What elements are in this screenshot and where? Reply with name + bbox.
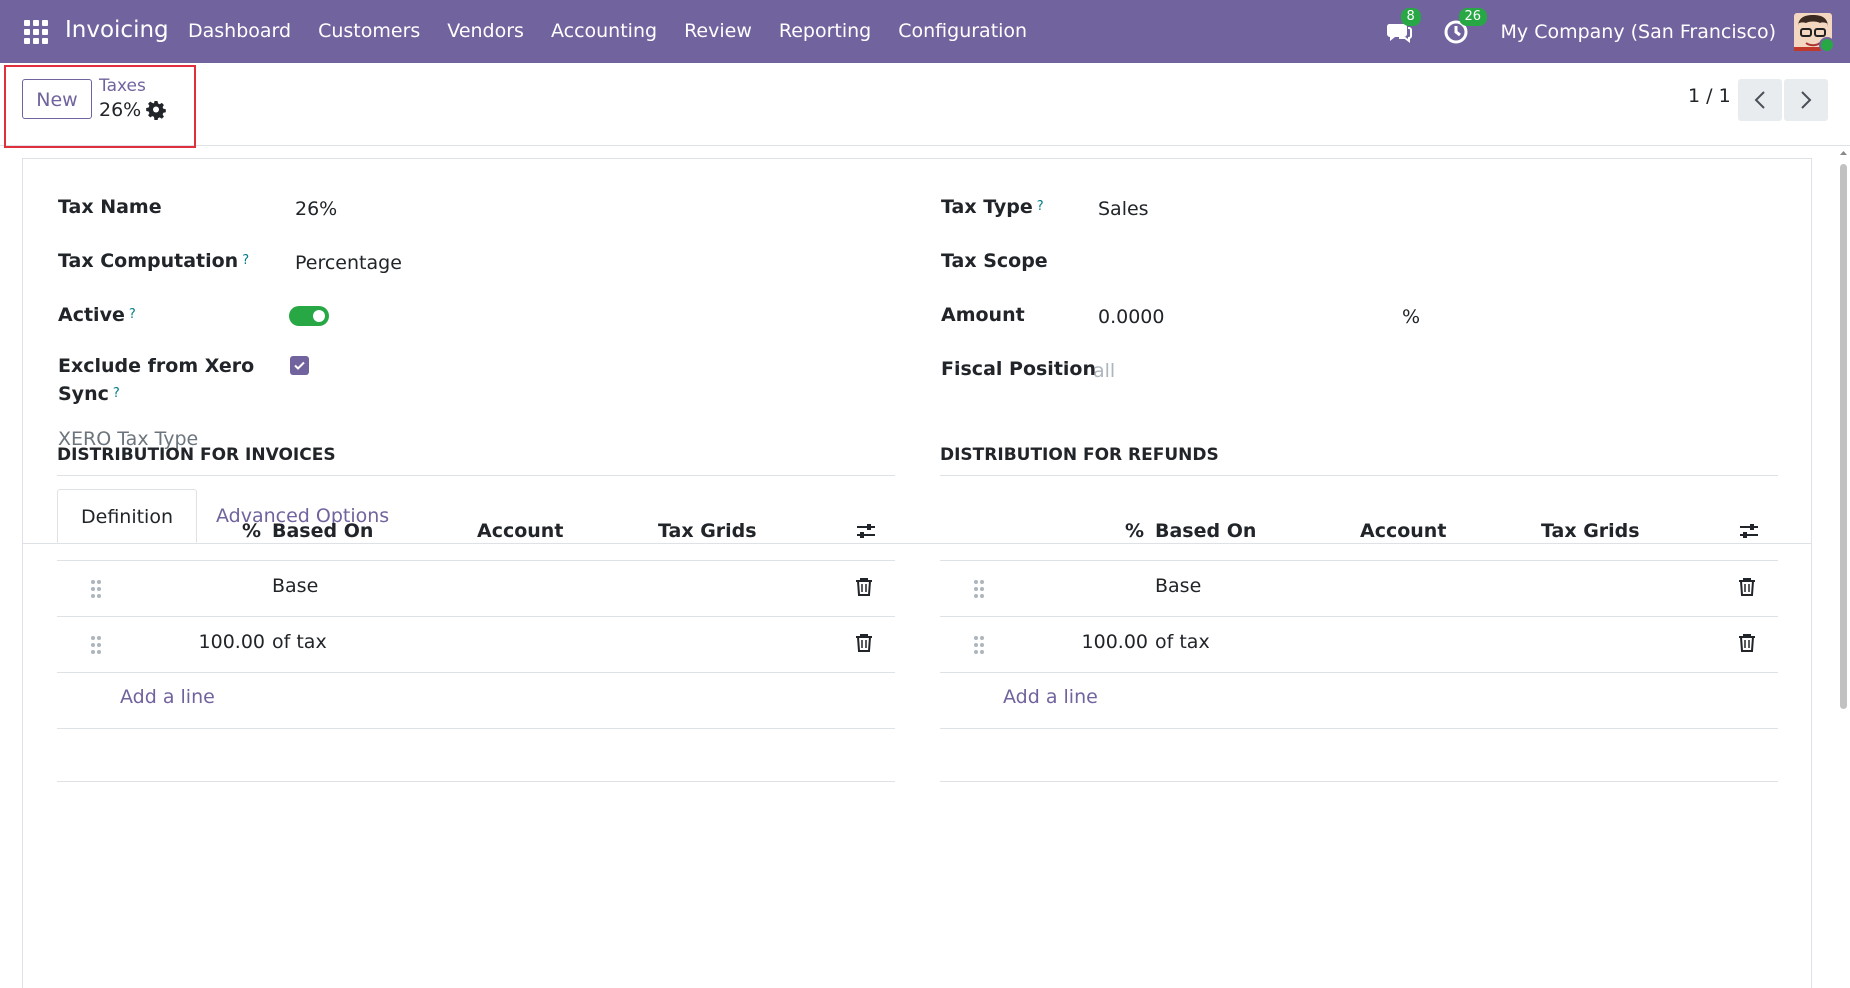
amount-label: Amount [941,304,1025,326]
drag-handle-icon[interactable] [973,579,985,599]
tax-computation-label-text: Tax Computation [58,250,239,272]
check-icon [294,361,305,370]
fiscal-position-input[interactable]: all [1093,357,1115,385]
row-percent[interactable]: 100.00 [1082,631,1148,653]
menu-vendors[interactable]: Vendors [447,20,524,42]
distribution-refunds-title: DISTRIBUTION FOR REFUNDS [940,441,1778,476]
activities-icon[interactable]: 26 [1443,7,1488,46]
pager-value[interactable]: 1 / 1 [1688,85,1731,107]
help-icon[interactable]: ? [1037,199,1044,214]
active-toggle[interactable] [289,306,329,326]
fiscal-position-label: Fiscal Position [941,358,1096,380]
gear-icon[interactable] [146,100,166,120]
tax-name-label: Tax Name [58,193,162,221]
app-name[interactable]: Invoicing [65,17,169,43]
new-button[interactable]: New [22,79,92,119]
row-based-on[interactable]: Base [1155,575,1201,597]
tax-computation-select[interactable]: Percentage [295,249,402,277]
table-row[interactable]: Base [940,561,1778,617]
trash-icon[interactable] [1738,577,1756,597]
breadcrumb-taxes[interactable]: Taxes [99,76,146,96]
tax-type-label-text: Tax Type [941,196,1033,218]
trash-icon[interactable] [855,577,873,597]
column-tax-grids[interactable]: Tax Grids [658,520,757,542]
menu-review[interactable]: Review [684,20,752,42]
trash-icon[interactable] [855,633,873,653]
trash-icon[interactable] [1738,633,1756,653]
optional-columns-icon[interactable] [855,520,877,542]
control-panel: New Taxes 26% 1 / 1 [0,63,1850,148]
drag-handle-icon[interactable] [90,579,102,599]
systray: 8 26 My Company (San Francisco) [1385,0,1850,63]
record-title: 26% [99,99,142,121]
online-status-dot [1819,36,1835,53]
row-based-on[interactable]: of tax [272,631,327,653]
distribution-refunds: DISTRIBUTION FOR REFUNDS % Based On Acco… [940,441,1778,782]
distribution-invoices-title: DISTRIBUTION FOR INVOICES [57,441,895,476]
tax-name-field[interactable]: 26% [295,195,337,223]
chevron-right-icon [1801,91,1812,109]
main-menu: Dashboard Customers Vendors Accounting R… [188,20,1054,42]
scroll-up-arrow-icon[interactable] [1837,148,1850,158]
tax-scope-select[interactable] [1098,249,1498,277]
add-line-row: Add a line [940,673,1778,729]
row-based-on[interactable]: Base [272,575,318,597]
messages-icon[interactable]: 8 [1385,7,1421,46]
pager-next-button[interactable] [1784,79,1828,121]
row-percent[interactable]: 100.00 [199,631,265,653]
add-line-row: Add a line [57,673,895,729]
menu-configuration[interactable]: Configuration [898,20,1027,42]
amount-input[interactable]: 0.0000 [1098,303,1164,331]
table-row[interactable]: 100.00 of tax [57,617,895,673]
empty-row [57,729,895,782]
tax-type-select[interactable]: Sales [1098,195,1149,223]
column-based-on[interactable]: Based On [1155,520,1256,542]
table-row[interactable]: 100.00 of tax [940,617,1778,673]
help-icon[interactable]: ? [113,386,120,401]
active-label: Active? [58,301,136,329]
column-percent[interactable]: % [242,520,261,542]
messages-badge: 8 [1400,7,1421,26]
tax-type-label: Tax Type? [941,193,1044,221]
table-header: % Based On Account Tax Grids [57,504,895,561]
add-line-link[interactable]: Add a line [1003,686,1098,708]
amount-unit: % [1402,306,1421,328]
table-header: % Based On Account Tax Grids [940,504,1778,561]
top-navbar: Invoicing Dashboard Customers Vendors Ac… [0,0,1850,63]
scroll-thumb[interactable] [1840,164,1847,709]
user-avatar[interactable] [1794,12,1835,53]
menu-dashboard[interactable]: Dashboard [188,20,291,42]
scrollbar[interactable] [1837,148,1850,972]
chevron-left-icon [1754,91,1765,109]
column-based-on[interactable]: Based On [272,520,373,542]
menu-reporting[interactable]: Reporting [779,20,871,42]
tax-scope-label: Tax Scope [941,250,1048,272]
distribution-invoices: DISTRIBUTION FOR INVOICES % Based On Acc… [57,441,895,782]
optional-columns-icon[interactable] [1738,520,1760,542]
column-percent[interactable]: % [1125,520,1144,542]
activities-badge: 26 [1458,7,1488,26]
column-account[interactable]: Account [477,520,563,542]
column-account[interactable]: Account [1360,520,1446,542]
exclude-xero-label: Exclude from Xero Sync? [58,352,258,408]
pager-previous-button[interactable] [1738,79,1782,121]
menu-customers[interactable]: Customers [318,20,420,42]
drag-handle-icon[interactable] [90,635,102,655]
exclude-xero-label-text: Exclude from Xero Sync [58,355,255,405]
exclude-xero-checkbox[interactable] [290,356,309,375]
company-switcher[interactable]: My Company (San Francisco) [1501,21,1776,43]
tax-computation-label: Tax Computation? [58,247,249,275]
table-row[interactable]: Base [57,561,895,617]
active-label-text: Active [58,304,125,326]
drag-handle-icon[interactable] [973,635,985,655]
tax-name-label-text: Tax Name [58,196,162,218]
row-based-on[interactable]: of tax [1155,631,1210,653]
help-icon[interactable]: ? [242,253,249,268]
apps-menu-icon[interactable] [24,20,48,44]
add-line-link[interactable]: Add a line [120,686,215,708]
menu-accounting[interactable]: Accounting [551,20,657,42]
help-icon[interactable]: ? [129,307,136,322]
column-tax-grids[interactable]: Tax Grids [1541,520,1640,542]
empty-row [940,729,1778,782]
